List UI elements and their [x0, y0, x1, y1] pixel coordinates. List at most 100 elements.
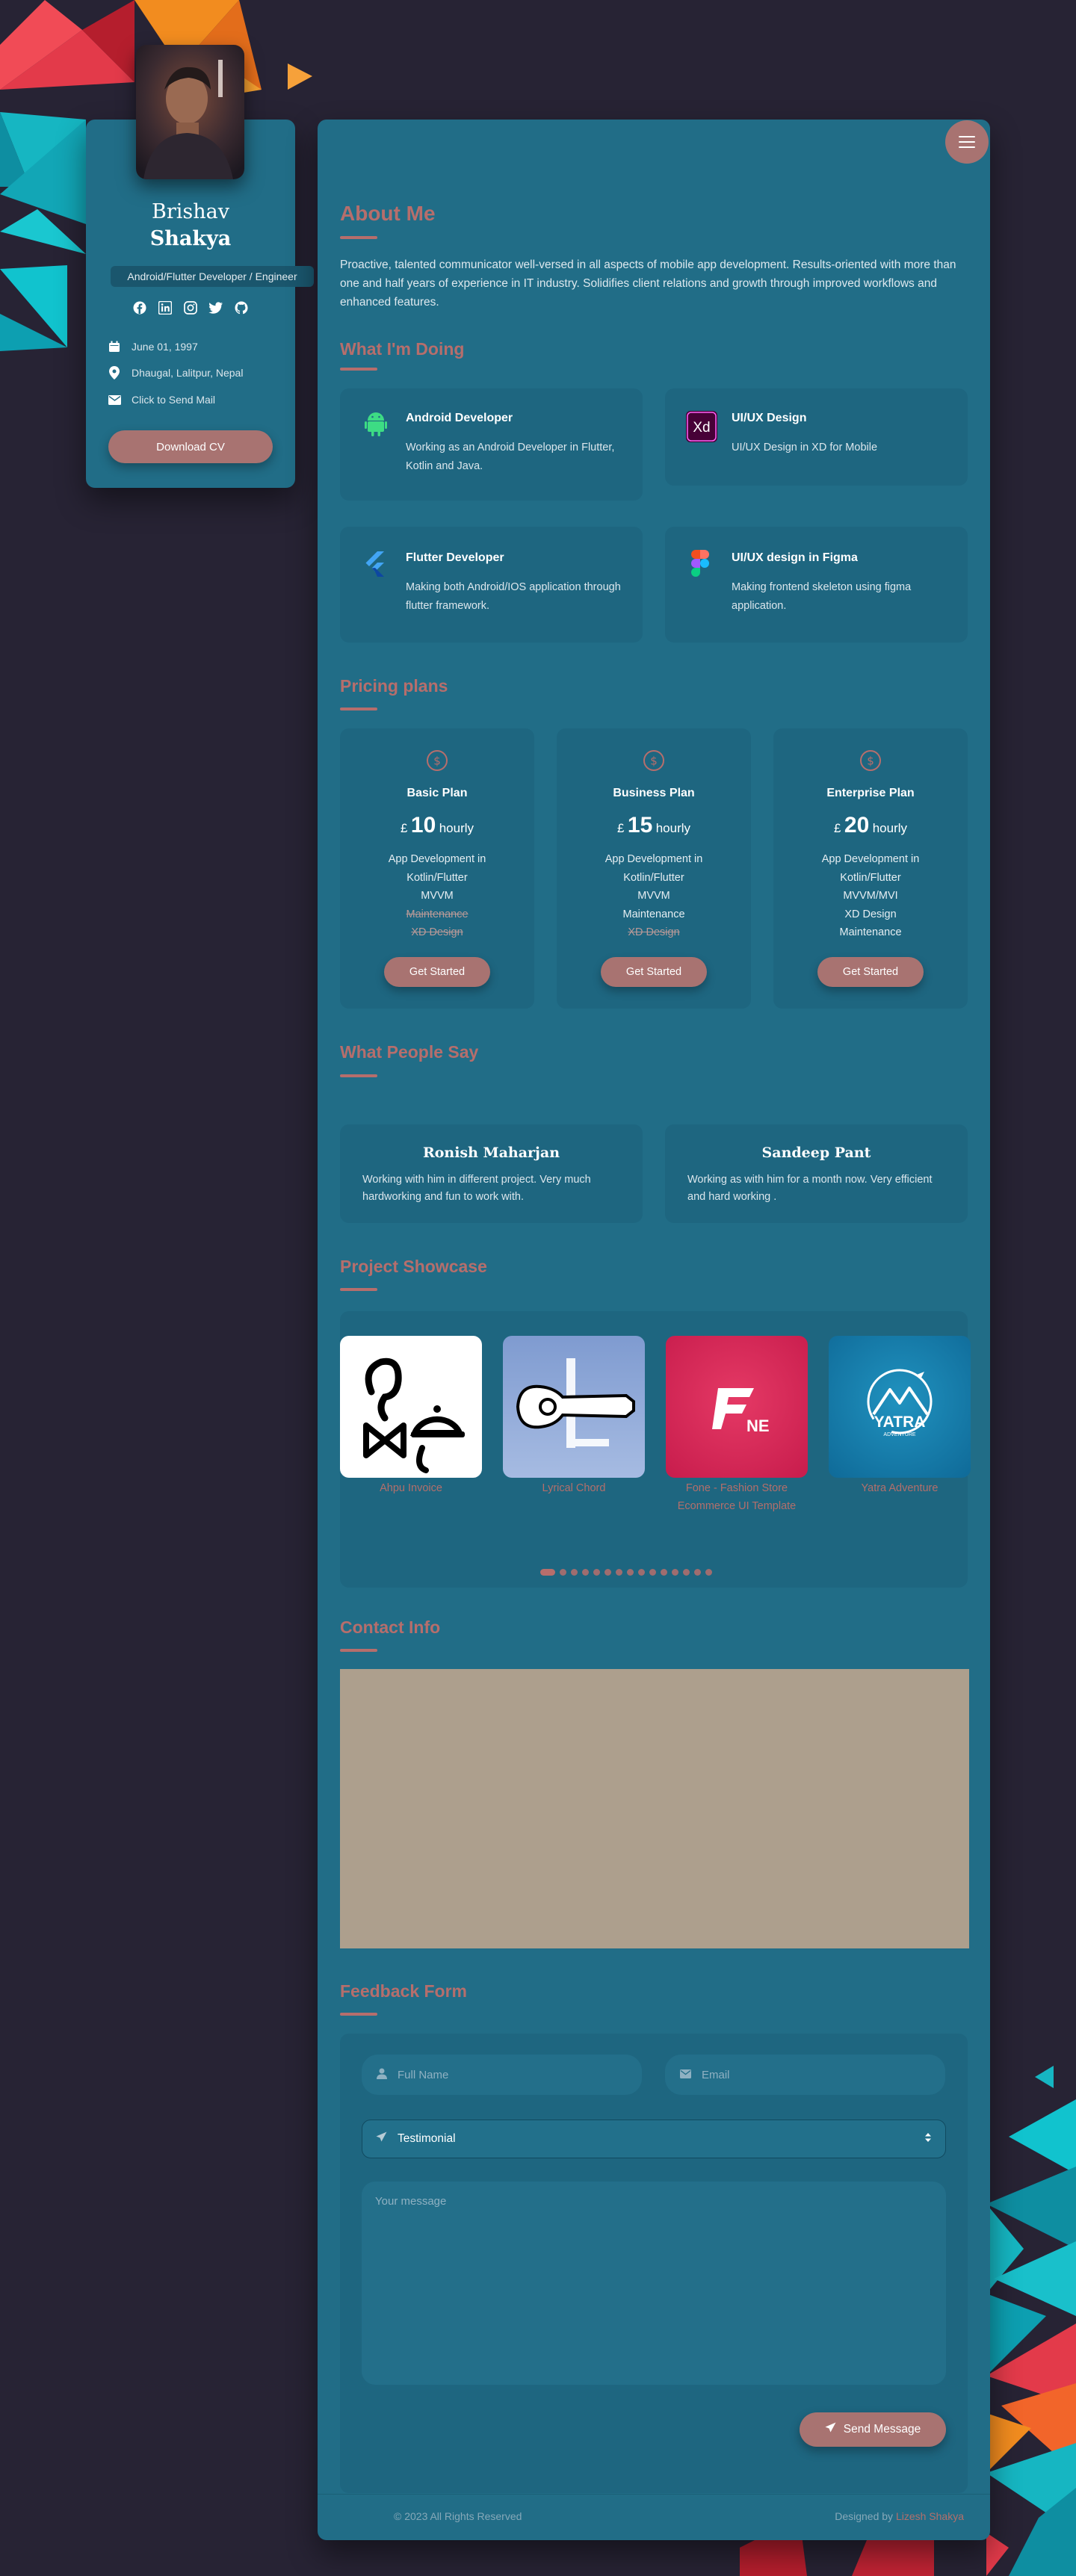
- carousel-dot[interactable]: [694, 1569, 701, 1576]
- paper-plane-icon: [376, 2131, 387, 2146]
- carousel-dot[interactable]: [672, 1569, 678, 1576]
- svg-text:YATRA: YATRA: [874, 1414, 926, 1431]
- plan-name-basic: Basic Plan: [406, 787, 468, 799]
- full-name-field[interactable]: Full Name: [362, 2055, 642, 2095]
- profile-first-name: Brishav: [152, 200, 229, 223]
- menu-button[interactable]: [945, 120, 989, 164]
- project-image-ahpu[interactable]: [340, 1336, 482, 1478]
- full-name-placeholder: Full Name: [398, 2068, 449, 2081]
- profile-last-name: Shakya: [149, 227, 232, 250]
- get-started-enterprise-button[interactable]: Get Started: [817, 957, 924, 987]
- svg-text:NE: NE: [746, 1417, 770, 1435]
- carousel-dot[interactable]: [661, 1569, 667, 1576]
- birthday-row: June 01, 1997: [108, 340, 198, 353]
- plan-price-basic: £ 10 hourly: [400, 813, 474, 837]
- footer-credits: Designed by Lizesh Shakya: [835, 2510, 964, 2522]
- carousel-dot[interactable]: [560, 1569, 566, 1576]
- plan-name-business: Business Plan: [613, 787, 695, 799]
- profile-role-badge: Android/Flutter Developer / Engineer: [111, 266, 314, 287]
- android-icon: [365, 411, 387, 440]
- twitter-icon[interactable]: [208, 300, 223, 315]
- testimonials-underline: [340, 1074, 377, 1077]
- pricing-title: Pricing plans: [340, 676, 448, 696]
- adobe-xd-icon: Xd: [686, 411, 717, 446]
- location-row: Dhaugal, Lalitpur, Nepal: [108, 366, 243, 380]
- contact-map[interactable]: [340, 1669, 969, 1948]
- plan-features-business: App Development in Kotlin/Flutter MVVM M…: [605, 853, 703, 938]
- service-desc-uiux: UI/UX Design in XD for Mobile: [732, 442, 878, 453]
- email-field[interactable]: Email: [665, 2055, 945, 2095]
- footer-designed-by: Designed by: [835, 2510, 894, 2522]
- facebook-icon[interactable]: [132, 300, 147, 315]
- contact-title: Contact Info: [340, 1617, 441, 1637]
- plan-features-enterprise: App Development in Kotlin/Flutter MVVM/M…: [821, 853, 920, 938]
- testimonial-name-1: Ronish Maharjan: [422, 1145, 560, 1161]
- paper-plane-icon: [825, 2422, 836, 2437]
- profile-avatar: [136, 45, 244, 179]
- contact-underline: [340, 1649, 377, 1652]
- envelope-icon: [108, 393, 121, 406]
- carousel-dot[interactable]: [683, 1569, 690, 1576]
- carousel-dot[interactable]: [616, 1569, 622, 1576]
- get-started-basic-button[interactable]: Get Started: [384, 957, 490, 987]
- email-placeholder: Email: [702, 2068, 730, 2081]
- download-cv-button[interactable]: Download CV: [108, 430, 273, 463]
- testimonial-text-2: Working as with him for a month now. Ver…: [687, 1174, 933, 1203]
- carousel-dot[interactable]: [571, 1569, 578, 1576]
- svg-text:$: $: [433, 755, 441, 768]
- plan-price-business: £ 15 hourly: [616, 813, 691, 837]
- github-icon[interactable]: [234, 300, 249, 315]
- carousel-dot[interactable]: [627, 1569, 634, 1576]
- get-started-business-button[interactable]: Get Started: [601, 957, 707, 987]
- carousel-dot[interactable]: [605, 1569, 611, 1576]
- flutter-icon: [365, 551, 386, 580]
- project-image-lyrical[interactable]: [503, 1336, 645, 1478]
- carousel-dot[interactable]: [638, 1569, 645, 1576]
- carousel-dot[interactable]: [593, 1569, 600, 1576]
- send-message-label: Send Message: [843, 2423, 921, 2436]
- carousel-dot[interactable]: [649, 1569, 656, 1576]
- service-desc-android: Working as an Android Developer in Flutt…: [406, 442, 615, 472]
- instagram-icon[interactable]: [183, 300, 198, 315]
- social-links: [86, 300, 295, 315]
- carousel-dot[interactable]: [582, 1569, 589, 1576]
- mail-row[interactable]: Click to Send Mail: [108, 393, 215, 406]
- mail-link[interactable]: Click to Send Mail: [132, 394, 215, 406]
- footer-designer-link[interactable]: Lizesh Shakya: [896, 2510, 964, 2522]
- feedback-underline: [340, 2013, 377, 2016]
- linkedin-icon[interactable]: [158, 300, 173, 315]
- coin-icon: $: [426, 749, 448, 775]
- envelope-icon: [680, 2069, 691, 2081]
- plan-price-enterprise: £ 20 hourly: [833, 813, 908, 837]
- calendar-icon: [108, 340, 121, 353]
- footer-copyright: © 2023 All Rights Reserved: [394, 2510, 522, 2522]
- carousel-dot[interactable]: [540, 1569, 555, 1576]
- service-title-android: Android Developer: [406, 412, 513, 424]
- project-image-fone[interactable]: NE: [666, 1336, 808, 1478]
- coin-icon: $: [859, 749, 882, 775]
- project-image-yatra[interactable]: YATRA ADVENTURE: [829, 1336, 971, 1478]
- location-text: Dhaugal, Lalitpur, Nepal: [132, 367, 244, 379]
- project-caption-fone[interactable]: Fone - Fashion Store Ecommerce UI Templa…: [658, 1479, 815, 1515]
- send-message-button[interactable]: Send Message: [800, 2412, 946, 2447]
- about-title: About Me: [340, 202, 436, 225]
- hamburger-icon: [959, 136, 975, 148]
- testimonials-title: What People Say: [340, 1042, 479, 1062]
- about-text: Proactive, talented communicator well-ve…: [340, 258, 956, 309]
- projects-title: Project Showcase: [340, 1257, 487, 1276]
- services-title: What I'm Doing: [340, 339, 465, 359]
- svg-text:$: $: [867, 755, 874, 768]
- figma-icon: [691, 550, 709, 580]
- service-title-flutter: Flutter Developer: [406, 551, 504, 564]
- feedback-type-value: Testimonial: [398, 2132, 456, 2145]
- project-caption-lyrical[interactable]: Lyrical Chord: [503, 1479, 645, 1497]
- service-title-uiux: UI/UX Design: [732, 412, 807, 424]
- project-caption-yatra[interactable]: Yatra Adventure: [829, 1479, 971, 1497]
- feedback-type-select[interactable]: Testimonial: [362, 2120, 946, 2158]
- projects-underline: [340, 1288, 377, 1291]
- select-arrows-icon: [924, 2132, 932, 2146]
- carousel-dot[interactable]: [705, 1569, 712, 1576]
- message-textarea[interactable]: Your message: [362, 2182, 946, 2385]
- message-placeholder: Your message: [375, 2195, 447, 2208]
- project-caption-ahpu[interactable]: Ahpu Invoice: [340, 1479, 482, 1497]
